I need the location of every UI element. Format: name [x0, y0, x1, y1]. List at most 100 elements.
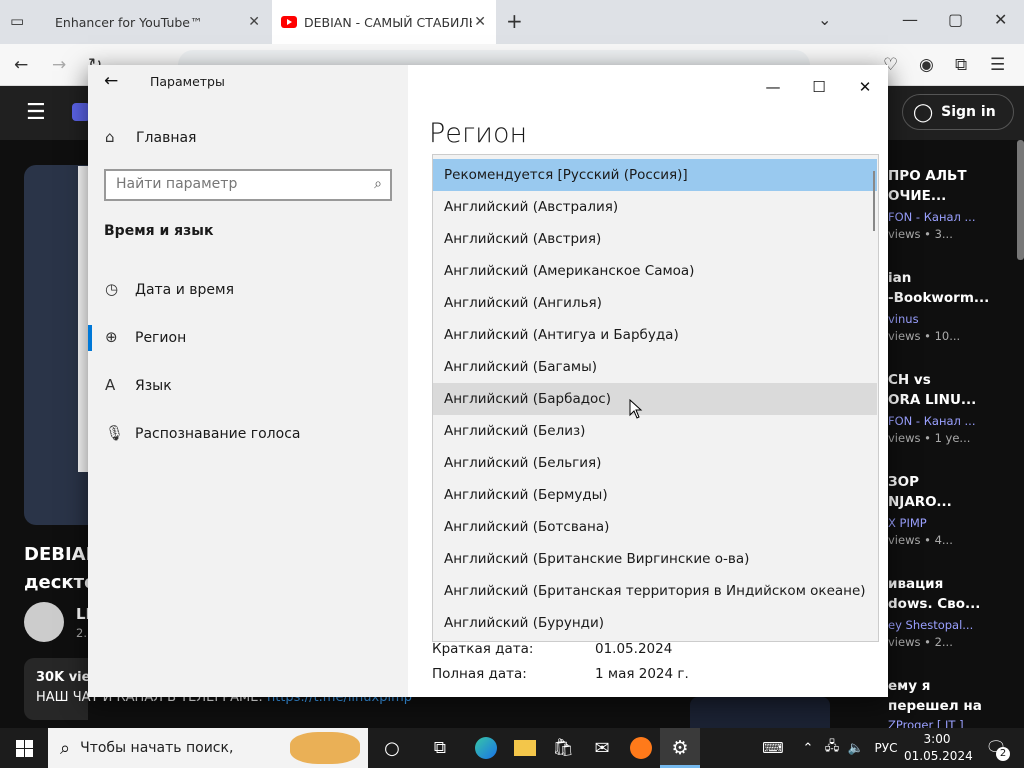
- tab-enhancer[interactable]: Enhancer for YouTube™ ✕: [42, 0, 270, 44]
- sidebar-item-date-time[interactable]: ◷ Дата и время: [88, 266, 408, 314]
- channel-subs: 2.: [76, 626, 87, 640]
- input-language[interactable]: РУС: [868, 728, 904, 768]
- youtube-favicon-icon: [281, 16, 297, 28]
- region-option[interactable]: Английский (Ангилья): [433, 287, 877, 319]
- format-row: Краткая дата: 01.05.2024: [432, 641, 672, 657]
- rec-meta: views • 4...: [888, 533, 953, 547]
- rec-title-2: dows. Сво...: [888, 596, 981, 612]
- new-tab-icon[interactable]: +: [506, 9, 523, 33]
- network-icon[interactable]: 🖧: [820, 728, 844, 768]
- back-icon[interactable]: ←: [14, 55, 28, 75]
- file-explorer-icon[interactable]: [505, 728, 545, 768]
- dropdown-scrollbar[interactable]: [873, 171, 875, 231]
- edge-icon[interactable]: [466, 728, 506, 768]
- tab-close-icon[interactable]: ✕: [474, 14, 486, 30]
- recommended-item[interactable]: ЗОР NJARO... X PIMP views • 4...: [888, 472, 953, 547]
- clock[interactable]: 3:00 01.05.2024: [904, 731, 973, 765]
- action-center-icon[interactable]: 🗨: [978, 728, 1014, 768]
- region-option[interactable]: Английский (Австралия): [433, 191, 877, 223]
- recommended-item[interactable]: ian -Bookworm... vinus views • 10...: [888, 268, 989, 343]
- close-icon[interactable]: ✕: [994, 10, 1007, 29]
- recommended-item[interactable]: CH vs ORA LINU... FON - Канал ... views •…: [888, 370, 976, 445]
- sidebar-item-label: Дата и время: [135, 282, 234, 298]
- language-icon: A: [105, 376, 116, 394]
- sidebar-item-speech[interactable]: 🎙 Распознавание голоса: [88, 410, 408, 458]
- maximize-icon[interactable]: ▢: [948, 10, 963, 29]
- sign-in-button[interactable]: ◯ Sign in: [902, 94, 1014, 130]
- rec-channel: vinus: [888, 312, 919, 326]
- region-option[interactable]: Английский (Американское Самоа): [433, 255, 877, 287]
- rec-channel: FON - Канал ...: [888, 414, 976, 428]
- start-button[interactable]: [0, 728, 48, 768]
- region-option[interactable]: Английский (Бельгия): [433, 447, 877, 479]
- youtube-menu-icon[interactable]: ☰: [26, 100, 46, 125]
- minimize-icon[interactable]: —: [902, 10, 918, 29]
- format-value: 1 мая 2024 г.: [595, 666, 689, 682]
- rec-title: ЗОР NJARO...: [888, 472, 953, 512]
- sidebar-item-language[interactable]: A Язык: [88, 362, 408, 410]
- page-scrollbar[interactable]: [1017, 140, 1024, 260]
- rec-meta: views • 10...: [888, 329, 961, 343]
- notification-badge: 2: [996, 747, 1010, 761]
- recommended-item[interactable]: ивация dows. Сво... ey Shestopal... views…: [888, 574, 980, 649]
- rec-title-1: ЗОР: [888, 474, 919, 490]
- profile-icon[interactable]: ◉: [919, 55, 934, 75]
- region-dropdown-list[interactable]: Рекомендуется [Русский (Россия)] Английск…: [432, 154, 879, 642]
- rec-meta: views • 1 ye...: [888, 431, 971, 445]
- account-icon: ◯: [913, 101, 934, 123]
- rec-title: ивация dows. Сво...: [888, 574, 980, 614]
- region-option[interactable]: Английский (Ботсвана): [433, 511, 877, 543]
- rec-title-2: ОЧИЕ...: [888, 188, 947, 204]
- show-hidden-icons[interactable]: ⌃: [796, 728, 820, 768]
- search-placeholder: Найти параметр: [116, 176, 238, 192]
- region-option[interactable]: Английский (Багамы): [433, 351, 877, 383]
- region-option[interactable]: Английский (Бермуды): [433, 479, 877, 511]
- recommended-item[interactable]: ПРО АЛЬТ ОЧИЕ... FON - Канал ... views • …: [888, 166, 975, 241]
- maximize-button[interactable]: ☐: [796, 71, 842, 103]
- region-option[interactable]: Рекомендуется [Русский (Россия)]: [433, 159, 877, 191]
- cortana-icon[interactable]: ○: [372, 728, 412, 768]
- window-title: Параметры: [150, 74, 225, 89]
- channel-avatar[interactable]: [24, 602, 64, 642]
- nav-home[interactable]: ⌂ Главная: [88, 114, 408, 162]
- rec-title-1: ивация: [888, 576, 944, 592]
- sidebar-item-region[interactable]: ⊕ Регион: [88, 314, 408, 362]
- region-option[interactable]: Английский (Белиз): [433, 415, 877, 447]
- region-option[interactable]: Английский (Британская территория в Инди…: [433, 575, 877, 607]
- minimize-button[interactable]: —: [750, 71, 796, 103]
- firefox-icon[interactable]: [621, 728, 661, 768]
- settings-taskbar-icon[interactable]: ⚙: [660, 728, 700, 768]
- store-icon[interactable]: 🛍: [543, 728, 583, 768]
- rec-meta: views • 3...: [888, 227, 953, 241]
- region-option[interactable]: Английский (Австрия): [433, 223, 877, 255]
- tab-close-icon[interactable]: ✕: [248, 14, 260, 30]
- region-option[interactable]: Английский (Британские Виргинские о-ва): [433, 543, 877, 575]
- recommended-thumbnail[interactable]: [690, 697, 830, 728]
- search-highlight-image: [290, 732, 360, 764]
- region-option[interactable]: Английский (Бурунди): [433, 607, 877, 639]
- tab-debian[interactable]: DEBIAN - САМЫЙ СТАБИЛЬНЫ ✕: [272, 0, 496, 44]
- taskbar-search-box[interactable]: ⌕ Чтобы начать поиск,: [48, 728, 368, 768]
- forward-icon[interactable]: →: [52, 55, 66, 75]
- task-view-icon[interactable]: ⧉: [420, 728, 460, 768]
- mouse-cursor: [629, 398, 643, 423]
- region-option[interactable]: Английский (Барбадос): [433, 383, 877, 415]
- region-option[interactable]: Английский (Антигуа и Барбуда): [433, 319, 877, 351]
- mail-icon[interactable]: ✉: [582, 728, 622, 768]
- menu-icon[interactable]: ☰: [990, 55, 1005, 75]
- back-arrow-icon[interactable]: ←: [104, 71, 118, 91]
- rec-meta: views • 2...: [888, 635, 953, 649]
- close-button[interactable]: ✕: [842, 71, 888, 103]
- volume-icon[interactable]: 🔈: [844, 728, 868, 768]
- format-label: Полная дата:: [432, 666, 527, 682]
- tab-actions-icon[interactable]: ▭: [10, 12, 24, 30]
- settings-search-input[interactable]: Найти параметр ⌕: [104, 169, 392, 201]
- page-title: Регион: [429, 118, 528, 149]
- extensions-icon[interactable]: ⧉: [955, 55, 967, 75]
- recommended-item[interactable]: ему я перешел на ZProger [ IT ]: [888, 676, 982, 732]
- taskbar-search-placeholder: Чтобы начать поиск,: [80, 740, 234, 756]
- rec-title-2: ORA LINU...: [888, 392, 977, 408]
- keyboard-icon[interactable]: ⌨: [756, 728, 790, 768]
- section-heading: Время и язык: [104, 223, 214, 239]
- tab-list-chevron-icon[interactable]: ⌄: [818, 10, 831, 29]
